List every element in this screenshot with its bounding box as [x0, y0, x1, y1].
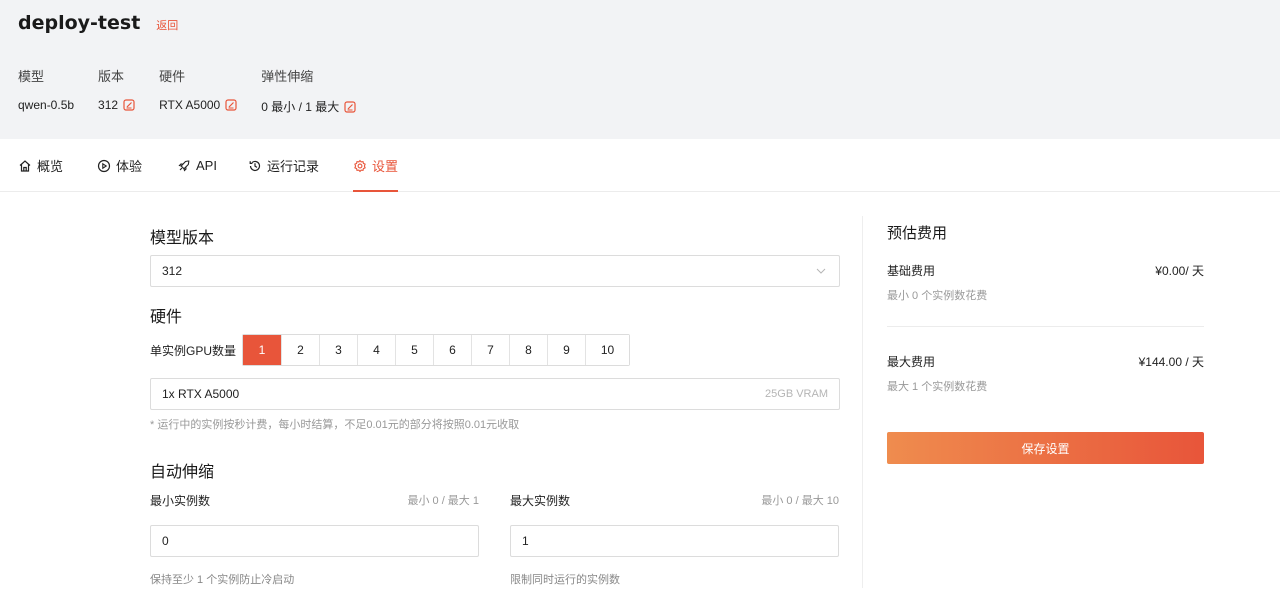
- gpu-option-3[interactable]: 3: [319, 335, 357, 365]
- min-instances-group: 最小实例数 最小 0 / 最大 1 0 保持至少 1 个实例防止冷启动: [150, 492, 479, 587]
- meta-value: RTX A5000: [159, 98, 237, 112]
- min-instances-label: 最小实例数: [150, 494, 211, 508]
- meta-model: 模型 qwen-0.5b: [18, 66, 74, 115]
- tab-api[interactable]: API: [177, 139, 217, 192]
- tab-label: 概览: [37, 159, 64, 174]
- page-title: deploy-test: [18, 12, 141, 34]
- gpu-option-10[interactable]: 10: [585, 335, 629, 365]
- title-row: deploy-test 返回: [18, 12, 178, 34]
- back-link[interactable]: 返回: [156, 17, 178, 33]
- gear-icon: [354, 159, 366, 172]
- meta-grid: 模型 qwen-0.5b 版本 312 硬件 RTX A5000 弹性伸缩 0 …: [18, 66, 380, 115]
- version-section-title: 模型版本: [150, 230, 215, 247]
- min-instances-value: 0: [162, 534, 169, 548]
- max-instances-label: 最大实例数: [510, 494, 571, 508]
- version-select-value: 312: [162, 264, 183, 278]
- base-cost-value: ¥0.00/ 天: [1155, 264, 1204, 278]
- meta-model-value: qwen-0.5b: [18, 98, 75, 112]
- meta-value: 0 最小 / 1 最大: [261, 98, 356, 115]
- gpu-option-4[interactable]: 4: [357, 335, 395, 365]
- max-cost-value: ¥144.00 / 天: [1138, 355, 1204, 369]
- billing-note: * 运行中的实例按秒计费，每小时结算，不足0.01元的部分将按照0.01元收取: [150, 419, 520, 431]
- vertical-divider: [862, 216, 863, 588]
- hardware-field[interactable]: 1x RTX A5000 25GB VRAM: [150, 378, 840, 410]
- gpu-option-9[interactable]: 9: [547, 335, 585, 365]
- edit-version-icon[interactable]: [123, 99, 135, 111]
- edit-hardware-icon[interactable]: [225, 99, 237, 111]
- meta-version-value: 312: [98, 98, 119, 112]
- min-instances-hint: 保持至少 1 个实例防止冷启动: [150, 574, 295, 586]
- tab-history[interactable]: 运行记录: [248, 139, 319, 192]
- meta-autoscale-value: 0 最小 / 1 最大: [261, 100, 340, 114]
- gpu-option-5[interactable]: 5: [395, 335, 433, 365]
- meta-label: 模型: [18, 69, 45, 84]
- deployment-header: deploy-test 返回 模型 qwen-0.5b 版本 312 硬件 RT…: [0, 0, 1280, 139]
- save-settings-button[interactable]: 保存设置: [887, 432, 1204, 464]
- max-cost-row: 最大费用 ¥144.00 / 天: [887, 353, 1204, 370]
- home-icon: [19, 159, 31, 172]
- meta-version: 版本 312: [98, 66, 135, 115]
- version-select[interactable]: 312: [150, 255, 840, 287]
- max-instances-hint: 限制同时运行的实例数: [510, 574, 620, 586]
- base-cost-sub: 最小 0 个实例数花费: [887, 290, 988, 302]
- gpu-option-7[interactable]: 7: [471, 335, 509, 365]
- tab-label: 设置: [372, 159, 399, 174]
- hardware-vram: 25GB VRAM: [765, 388, 828, 400]
- base-cost-label: 基础费用: [887, 264, 936, 278]
- max-instances-header: 最大实例数 最小 0 / 最大 10: [510, 492, 839, 509]
- meta-value: 312: [98, 98, 135, 112]
- meta-label: 弹性伸缩: [261, 69, 314, 84]
- tab-label: API: [196, 158, 217, 173]
- tab-settings[interactable]: 设置: [353, 139, 399, 192]
- edit-autoscale-icon[interactable]: [344, 100, 356, 113]
- tab-bar: 概览 体验 API 运行记录 设置: [0, 139, 1280, 192]
- max-instances-group: 最大实例数 最小 0 / 最大 10 1 限制同时运行的实例数: [510, 492, 839, 587]
- gpu-option-1[interactable]: 1: [243, 335, 281, 365]
- max-instances-value: 1: [522, 534, 529, 548]
- meta-value: qwen-0.5b: [18, 98, 74, 112]
- max-cost-sub: 最大 1 个实例数花费: [887, 381, 988, 393]
- gpu-option-2[interactable]: 2: [281, 335, 319, 365]
- tab-label: 运行记录: [267, 159, 320, 174]
- hardware-value: 1x RTX A5000: [162, 387, 240, 401]
- rocket-icon: [178, 159, 190, 172]
- max-cost-label: 最大费用: [887, 355, 936, 369]
- base-cost-row: 基础费用 ¥0.00/ 天: [887, 262, 1204, 279]
- gpu-count-row: 单实例GPU数量 1 2 3 4 5 6 7 8 9 10: [150, 334, 630, 366]
- play-circle-icon: [97, 159, 111, 172]
- min-instances-input[interactable]: 0: [150, 525, 479, 557]
- cost-title: 预估费用: [887, 225, 948, 242]
- meta-hardware-value: RTX A5000: [159, 98, 221, 112]
- gpu-option-6[interactable]: 6: [433, 335, 471, 365]
- max-instances-input[interactable]: 1: [510, 525, 839, 557]
- tab-overview[interactable]: 概览: [18, 139, 63, 192]
- gpu-count-selector: 1 2 3 4 5 6 7 8 9 10: [242, 334, 630, 366]
- tab-label: 体验: [116, 159, 143, 174]
- min-instances-header: 最小实例数 最小 0 / 最大 1: [150, 492, 479, 509]
- chevron-down-icon: [816, 268, 826, 274]
- history-icon: [249, 160, 261, 171]
- hardware-section-title: 硬件: [150, 309, 183, 326]
- meta-label: 版本: [98, 69, 125, 84]
- tab-playground[interactable]: 体验: [97, 139, 142, 192]
- meta-autoscale: 弹性伸缩 0 最小 / 1 最大: [261, 66, 356, 115]
- autoscale-section-title: 自动伸缩: [150, 464, 215, 481]
- gpu-count-label: 单实例GPU数量: [150, 343, 237, 358]
- meta-hardware: 硬件 RTX A5000: [159, 66, 237, 115]
- meta-label: 硬件: [159, 69, 186, 84]
- gpu-option-8[interactable]: 8: [509, 335, 547, 365]
- min-instances-range: 最小 0 / 最大 1: [407, 495, 479, 507]
- max-instances-range: 最小 0 / 最大 10: [761, 495, 839, 507]
- cost-divider: [887, 326, 1204, 327]
